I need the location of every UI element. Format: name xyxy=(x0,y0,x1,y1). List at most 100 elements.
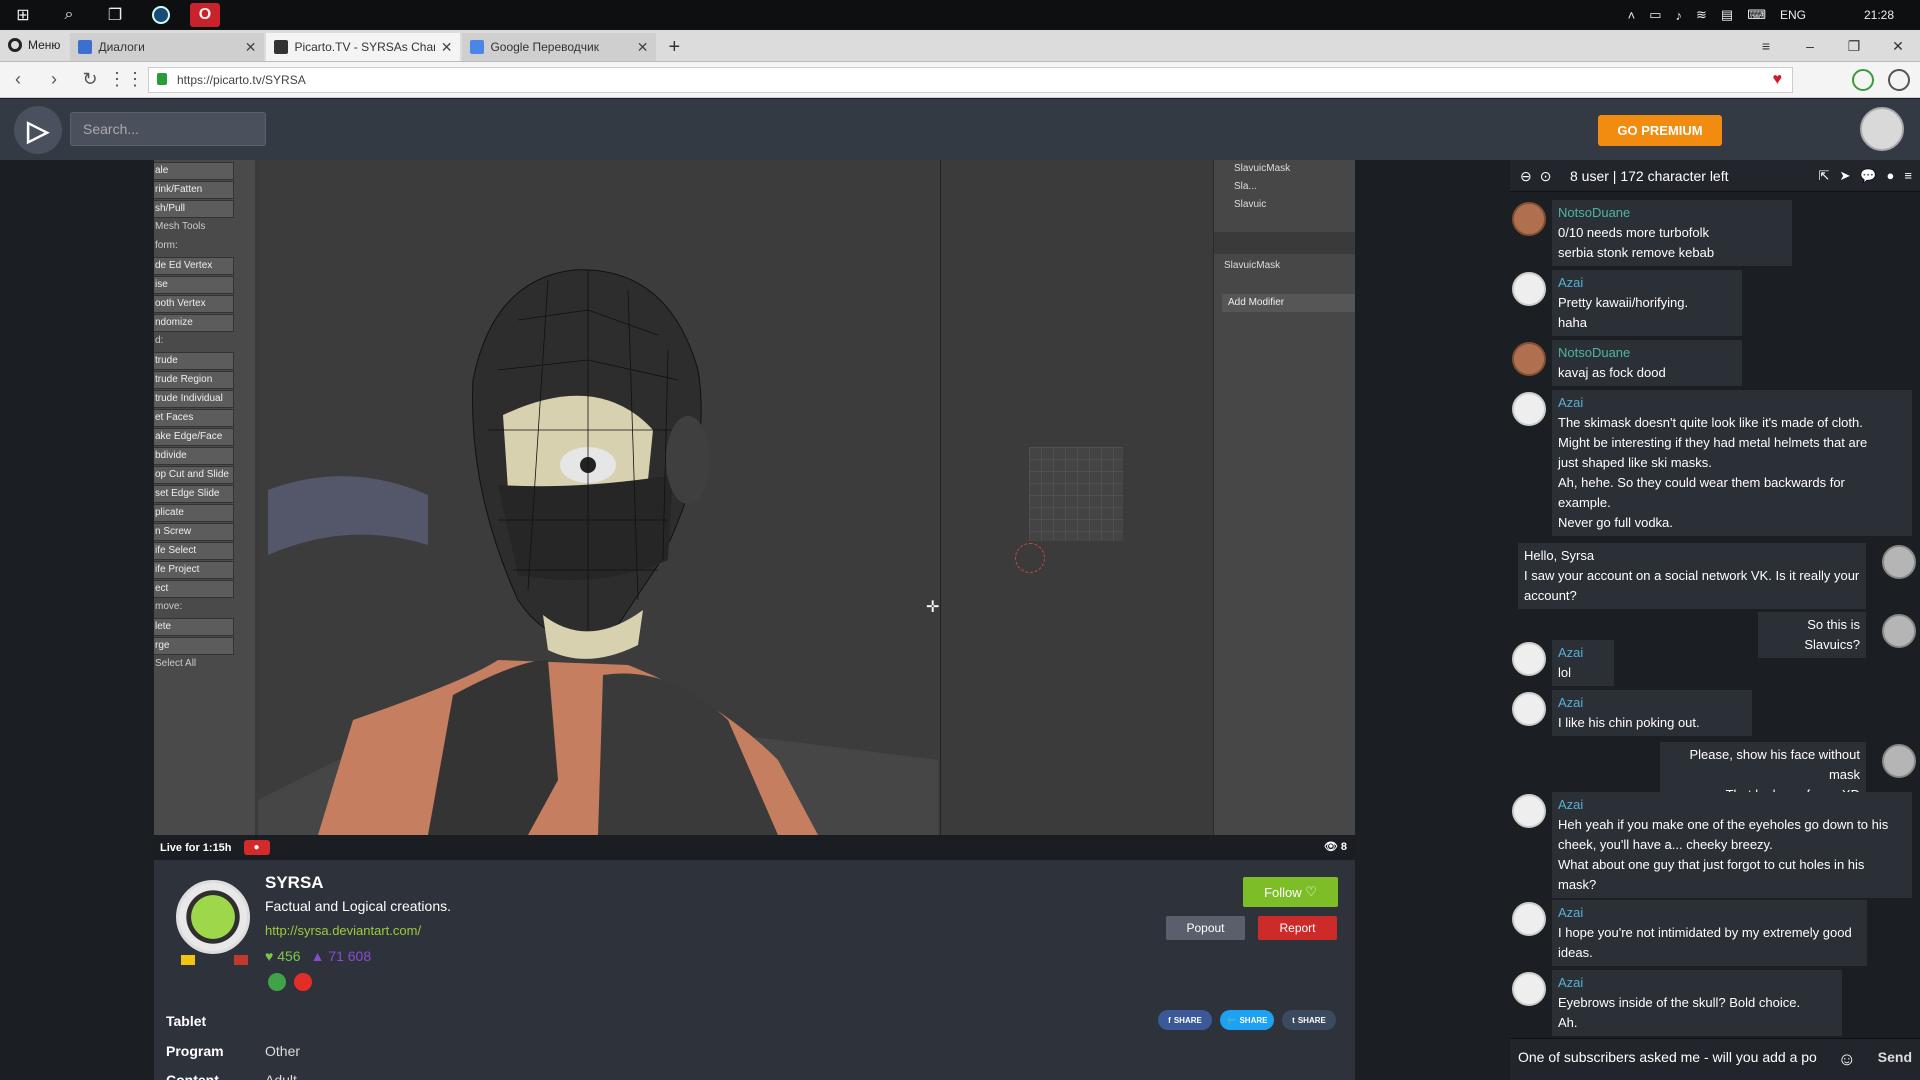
chat-line: Heh yeah if you make one of the eyeholes… xyxy=(1558,817,1889,832)
chat-avatar[interactable] xyxy=(1512,902,1546,936)
meta-key-content: Content xyxy=(166,1072,219,1080)
close-window-icon[interactable]: ✕ xyxy=(1876,38,1920,55)
user-icon[interactable]: ● xyxy=(1887,168,1895,184)
emoji-icon[interactable]: ☺ xyxy=(1838,1049,1856,1070)
channel-link[interactable]: http://syrsa.deviantart.com/ xyxy=(265,923,421,938)
report-button[interactable]: Report xyxy=(1258,916,1337,940)
tab-google-translate[interactable]: Google Переводчик ✕ xyxy=(462,33,657,61)
chevron-up-icon[interactable]: ˄ xyxy=(1628,8,1636,23)
forward-icon[interactable]: › xyxy=(36,69,72,90)
heart-icon[interactable]: ♥ xyxy=(1773,71,1783,89)
extension-icon[interactable] xyxy=(1852,69,1874,91)
battery-icon[interactable]: ▭ xyxy=(1649,7,1661,23)
blender-tool-shelf: ale rink/Fatten sh/Pull Mesh Tools form: de E… xyxy=(154,160,258,835)
clock[interactable]: 21:28 xyxy=(1864,8,1894,22)
tool-item: de Ed Vertex xyxy=(154,257,234,275)
tab-picarto[interactable]: Picarto.TV - SYRSAs Chan ✕ xyxy=(266,33,461,61)
tab-menu-icon[interactable]: ≡ xyxy=(1744,38,1788,54)
windows-start-icon[interactable]: ⊞ xyxy=(0,0,46,30)
chat-avatar[interactable] xyxy=(1512,272,1546,306)
chat-settings-icon[interactable]: ⊖ xyxy=(1520,168,1532,185)
stream-player[interactable]: ale rink/Fatten sh/Pull Mesh Tools form: de E… xyxy=(154,160,1355,835)
send-button[interactable]: Send xyxy=(1878,1049,1912,1065)
steam-icon[interactable] xyxy=(138,0,184,30)
zerply-icon[interactable] xyxy=(268,973,286,991)
chat-line: I like his chin poking out. xyxy=(1558,715,1700,730)
minimize-icon[interactable]: – xyxy=(1788,38,1832,54)
os-taskbar: ⊞ ⌕ ❐ O ˄ ▭ ♪ ≋ ▤ ⌨ ENG 21:28 xyxy=(0,0,1920,30)
search-input[interactable]: Search... xyxy=(70,112,266,146)
chat-username[interactable]: NotsoDuane xyxy=(1558,343,1736,363)
close-tab-icon[interactable]: ✕ xyxy=(637,39,649,56)
task-view-icon[interactable]: ❐ xyxy=(92,0,138,30)
opera-icon[interactable]: O xyxy=(190,3,220,27)
chat-username[interactable]: Azai xyxy=(1558,393,1906,413)
chat-message: Azai Heh yeah if you make one of the eyeh… xyxy=(1552,792,1912,898)
chat-avatar[interactable] xyxy=(1512,794,1546,828)
chat-avatar[interactable] xyxy=(1512,202,1546,236)
send-icon[interactable]: ➤ xyxy=(1839,168,1850,184)
volume-icon[interactable]: ♪ xyxy=(1675,8,1682,23)
chat-username[interactable]: Azai xyxy=(1558,643,1608,663)
chat-username[interactable]: Azai xyxy=(1558,795,1906,815)
flag-sweden-icon xyxy=(181,955,195,965)
chat-avatar[interactable] xyxy=(1882,545,1916,579)
chat-users-icon[interactable]: ⊙ xyxy=(1540,168,1552,185)
chat-avatar[interactable] xyxy=(1512,342,1546,376)
search-icon[interactable]: ⌕ xyxy=(46,0,92,30)
back-icon[interactable]: ‹ xyxy=(0,69,36,90)
follow-button[interactable]: Follow ♡ xyxy=(1243,877,1338,907)
chat-username[interactable]: Azai xyxy=(1558,693,1746,713)
tumblr-share-button[interactable]: t SHARE xyxy=(1282,1010,1336,1030)
chat-username[interactable]: Azai xyxy=(1558,973,1836,993)
chat-line: Eyebrows inside of the skull? Bold choic… xyxy=(1558,995,1801,1010)
close-tab-icon[interactable]: ✕ xyxy=(441,39,453,56)
popout-chat-icon[interactable]: ⇱ xyxy=(1819,168,1830,184)
tool-item: move: xyxy=(155,601,183,612)
picarto-logo-icon[interactable]: ▷ xyxy=(14,106,62,154)
close-tab-icon[interactable]: ✕ xyxy=(245,39,257,56)
facebook-share-button[interactable]: f SHARE xyxy=(1158,1010,1212,1030)
tool-item: rink/Fatten xyxy=(154,181,234,199)
youtube-icon[interactable] xyxy=(294,973,312,991)
download-icon[interactable] xyxy=(1888,69,1910,91)
user-avatar[interactable] xyxy=(1860,107,1904,151)
chat-line: So this is Slavuics? xyxy=(1804,617,1860,652)
channel-avatar[interactable] xyxy=(176,880,250,954)
tab-dialogs[interactable]: Диалоги ✕ xyxy=(70,33,265,61)
url-field[interactable]: https://picarto.tv/SYRSA ♥ xyxy=(148,67,1793,93)
chat-line: Ah, hehe. So they could wear them backwa… xyxy=(1558,475,1845,490)
chat-avatar[interactable] xyxy=(1512,642,1546,676)
whisper-icon[interactable]: 💬 xyxy=(1860,168,1876,184)
window-controls: ≡ – ❐ ✕ xyxy=(1744,30,1920,62)
chat-avatar[interactable] xyxy=(1512,972,1546,1006)
go-premium-button[interactable]: GO PREMIUM xyxy=(1598,115,1722,146)
chat-username[interactable]: Azai xyxy=(1558,903,1861,923)
chat-username[interactable]: Azai xyxy=(1558,273,1736,293)
menu-icon[interactable]: ≡ xyxy=(1904,168,1912,184)
channel-name: SYRSA xyxy=(265,873,324,892)
social-links xyxy=(268,973,312,991)
chat-avatar[interactable] xyxy=(1512,392,1546,426)
reload-icon[interactable]: ↻ xyxy=(72,69,108,90)
chat-avatar[interactable] xyxy=(1882,614,1916,648)
browser-menu-button[interactable]: Меню xyxy=(0,29,70,61)
chat-line: Ah. xyxy=(1558,1015,1578,1030)
wifi-icon[interactable]: ≋ xyxy=(1696,7,1707,23)
keyboard-icon[interactable]: ⌨ xyxy=(1747,7,1766,23)
notification-icon[interactable]: ▤ xyxy=(1721,7,1733,23)
chat-line: ideas. xyxy=(1558,945,1593,960)
chat-avatar[interactable] xyxy=(1882,744,1916,778)
new-tab-button[interactable]: + xyxy=(658,33,690,61)
twitter-share-button[interactable]: 🐦 SHARE xyxy=(1220,1010,1274,1030)
chat-input[interactable]: One of subscribers asked me - will you a… xyxy=(1510,1038,1920,1080)
speed-dial-icon[interactable]: ⋮⋮ xyxy=(108,69,144,90)
popout-button[interactable]: Popout xyxy=(1166,916,1245,940)
chat-avatar[interactable] xyxy=(1512,692,1546,726)
language-indicator[interactable]: ENG xyxy=(1780,8,1806,22)
chat-username[interactable]: NotsoDuane xyxy=(1558,203,1786,223)
live-status-bar: Live for 1:15h ● 👁 8 xyxy=(154,835,1355,860)
tool-item: ake Edge/Face xyxy=(154,428,234,446)
chat-line: I saw your account on a social network V… xyxy=(1524,568,1860,583)
restore-icon[interactable]: ❐ xyxy=(1832,38,1876,55)
